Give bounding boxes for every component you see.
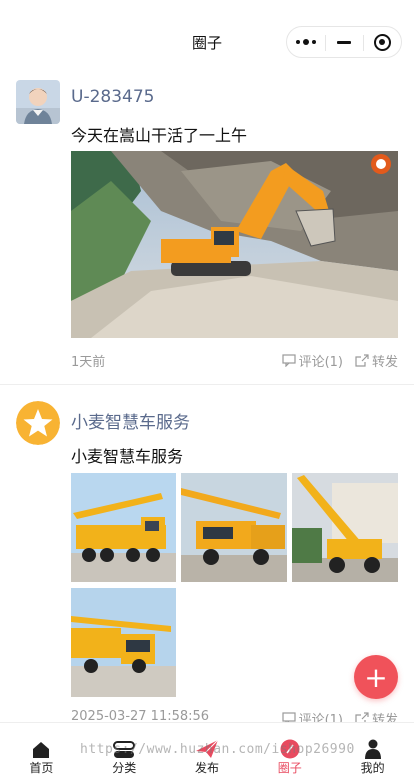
- target-icon: [373, 33, 391, 51]
- post-image[interactable]: [71, 473, 176, 582]
- profile-icon: [364, 737, 382, 759]
- add-post-button[interactable]: +: [354, 655, 398, 699]
- close-miniprogram-button[interactable]: [363, 27, 401, 57]
- plus-icon: +: [364, 660, 388, 694]
- share-icon: [355, 354, 369, 367]
- post-item[interactable]: U-283475 今天在嵩山干活了一上午 1天前 评论(1) 转发: [0, 72, 414, 384]
- post-meta: 1天前 评论(1) 转发: [71, 351, 398, 370]
- post-image[interactable]: [292, 473, 398, 582]
- post-text: 今天在嵩山干活了一上午: [71, 126, 248, 145]
- minimize-button[interactable]: [325, 27, 363, 57]
- post-author[interactable]: U-283475: [71, 87, 154, 107]
- page: 圈子 U-283475 今天在嵩山干活了一上午 1天前 评论(1) 转发 小麦智…: [0, 0, 414, 780]
- more-button[interactable]: [287, 27, 325, 57]
- comment-icon: [281, 354, 296, 367]
- post-divider: [0, 384, 414, 385]
- post-text: 小麦智慧车服务: [71, 447, 184, 466]
- post-item[interactable]: 小麦智慧车服务 小麦智慧车服务 2025-03-27 11:58:56 评论(1…: [0, 393, 414, 728]
- more-dots-icon: [296, 39, 316, 45]
- post-image[interactable]: [71, 588, 176, 697]
- miniprogram-capsule: [286, 26, 402, 58]
- avatar[interactable]: [16, 401, 60, 445]
- watermark: https://www.huzhan.com/ishop26990: [80, 742, 355, 757]
- post-image[interactable]: [71, 151, 398, 338]
- post-author[interactable]: 小麦智慧车服务: [71, 408, 190, 433]
- share-button[interactable]: 转发: [355, 351, 398, 370]
- post-time: 1天前: [71, 355, 106, 370]
- minimize-icon: [337, 40, 351, 44]
- tab-home[interactable]: 首页: [0, 723, 83, 780]
- comment-button[interactable]: 评论(1): [281, 351, 343, 370]
- avatar[interactable]: [16, 80, 60, 124]
- top-bar: 圈子: [0, 0, 414, 72]
- post-image[interactable]: [181, 473, 287, 582]
- home-icon: [32, 737, 50, 759]
